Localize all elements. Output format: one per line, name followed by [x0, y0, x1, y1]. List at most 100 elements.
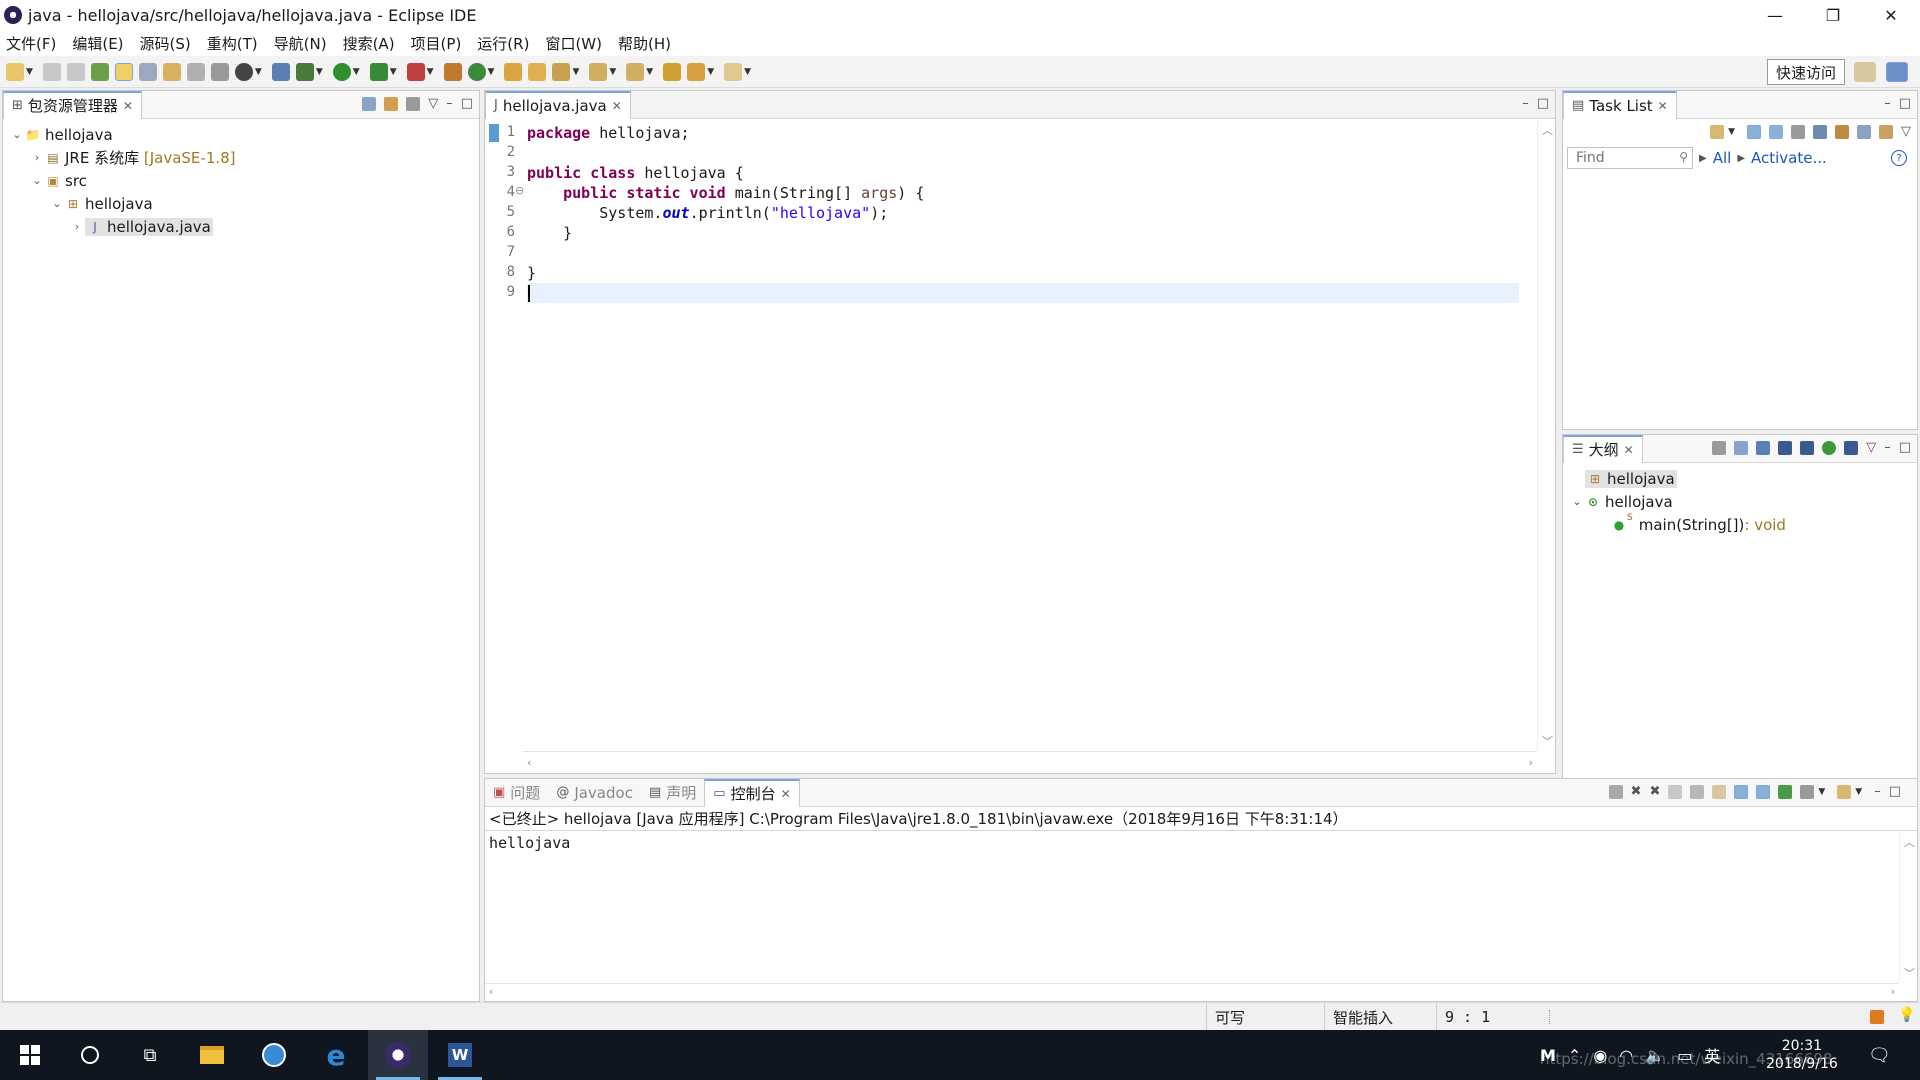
chevron-right-icon[interactable]: › — [69, 220, 85, 233]
forward-dropdown-icon[interactable]: ▼ — [744, 67, 751, 77]
lightbulb-icon[interactable]: 💡 — [1898, 1007, 1915, 1023]
focus-active-task-icon[interactable] — [1712, 441, 1727, 455]
tree-item-package[interactable]: ⌄ ⊞ hellojava — [9, 192, 473, 215]
show-on-stdout-icon[interactable] — [1734, 785, 1749, 799]
coverage-icon[interactable] — [369, 62, 388, 81]
search-dropdown-icon[interactable]: ▼ — [572, 67, 579, 77]
menu-edit[interactable]: 编辑(E) — [72, 33, 123, 54]
show-whitespace-icon[interactable] — [186, 62, 205, 81]
close-icon[interactable]: ✕ — [1658, 99, 1668, 113]
menu-window[interactable]: 窗口(W) — [545, 33, 602, 54]
close-icon[interactable]: ✕ — [781, 787, 791, 801]
scroll-left-icon[interactable]: ‹ — [489, 985, 493, 998]
clear-console-icon[interactable] — [1668, 785, 1683, 799]
back-icon[interactable] — [687, 62, 706, 81]
collapse-all-icon[interactable] — [1857, 125, 1871, 139]
new-task-dropdown-icon[interactable]: ▼ — [1728, 127, 1735, 137]
open-perspective-icon[interactable] — [1854, 62, 1876, 82]
chevron-down-icon[interactable]: ⌄ — [49, 197, 65, 210]
word-wrap-icon[interactable] — [162, 62, 181, 81]
hide-fields-icon[interactable] — [1778, 441, 1793, 455]
collapse-all-icon[interactable] — [1734, 441, 1749, 455]
clock[interactable]: 20:31 2018/9/16 — [1766, 1030, 1838, 1080]
find-field[interactable]: ⚲ — [1567, 147, 1693, 169]
all-link[interactable]: All — [1713, 149, 1732, 167]
chevron-right-icon[interactable]: › — [29, 151, 45, 164]
maximize-view-icon[interactable]: □ — [1899, 97, 1911, 111]
minimize-button[interactable]: — — [1746, 0, 1804, 30]
menu-run[interactable]: 运行(R) — [477, 33, 529, 54]
tab-hellojava-java[interactable]: J hellojava.java ✕ — [485, 90, 631, 119]
maximize-view-icon[interactable]: □ — [1899, 441, 1911, 455]
tab-console[interactable]: ▭ 控制台 ✕ — [704, 778, 800, 807]
sync-icon[interactable] — [1835, 125, 1849, 139]
outline-item-class[interactable]: ⌄ ⊙ hellojava — [1569, 490, 1911, 513]
tree-item-file[interactable]: › J hellojava.java — [9, 215, 473, 238]
start-button[interactable] — [0, 1030, 60, 1080]
user-icon[interactable] — [234, 62, 253, 81]
pin-console-icon[interactable] — [1778, 785, 1793, 799]
menu-navigate[interactable]: 导航(N) — [274, 33, 327, 54]
new-icon[interactable] — [6, 62, 24, 81]
menu-refactor[interactable]: 重构(T) — [207, 33, 258, 54]
scheduled-icon[interactable] — [1769, 125, 1783, 139]
scroll-right-icon[interactable]: › — [1529, 756, 1533, 769]
outline-item-package[interactable]: ⊞ hellojava — [1569, 467, 1911, 490]
remove-launch-icon[interactable]: ✖ — [1631, 785, 1642, 799]
fold-toggle-icon[interactable]: ⊖ — [515, 184, 524, 197]
word-wrap-icon[interactable] — [1712, 785, 1727, 799]
new-java-package-icon[interactable] — [443, 62, 462, 81]
code-area[interactable]: 1 2 3 4 ⊖ 5 6 7 8 9 package hellojava; p… — [485, 120, 1555, 773]
outline-item-method[interactable]: ● S main(String[]) : void — [1569, 513, 1911, 536]
chevron-down-icon[interactable]: ⌄ — [1569, 495, 1585, 508]
taskbar-edge[interactable]: e — [306, 1030, 366, 1080]
tab-package-explorer[interactable]: ⊞ 包资源管理器 ✕ — [3, 90, 142, 119]
console-output[interactable]: hellojava — [485, 831, 1917, 855]
chevron-down-icon[interactable]: ⌄ — [29, 174, 45, 187]
volume-icon[interactable]: 🔈 — [1645, 1046, 1665, 1065]
menu-source[interactable]: 源码(S) — [140, 33, 191, 54]
view-menu-icon[interactable]: ▽ — [1866, 441, 1876, 455]
next-annotation-dropdown-icon[interactable]: ▼ — [609, 67, 616, 77]
quick-access-field[interactable]: 快速访问 — [1766, 59, 1845, 85]
search-button[interactable] — [60, 1030, 120, 1080]
selected-tree-item[interactable]: J hellojava.java — [85, 217, 213, 236]
new-task-icon[interactable] — [1710, 125, 1725, 139]
menu-search[interactable]: 搜索(A) — [343, 33, 395, 54]
external-tools-dropdown-icon[interactable]: ▼ — [427, 67, 434, 77]
mark-occurrences-icon[interactable] — [114, 62, 133, 81]
minimize-view-icon[interactable]: – — [1884, 97, 1891, 111]
coverage-dropdown-icon[interactable]: ▼ — [390, 67, 397, 77]
display-console-dropdown-icon[interactable]: ▼ — [1818, 787, 1825, 797]
close-icon[interactable]: ✕ — [1624, 443, 1634, 457]
code-text[interactable]: package hellojava; public class hellojav… — [527, 120, 1519, 751]
hide-completed-icon[interactable] — [1791, 125, 1805, 139]
filter-icon[interactable] — [406, 97, 421, 111]
skip-breakpoints-icon[interactable] — [271, 62, 290, 81]
view-menu-icon[interactable]: ▽ — [1901, 125, 1911, 139]
maximize-view-icon[interactable]: □ — [1889, 785, 1901, 799]
battery-icon[interactable]: ▭ — [1677, 1046, 1692, 1065]
java-perspective-icon[interactable] — [1886, 62, 1908, 82]
notification-center-button[interactable]: 🗨 — [1868, 1030, 1891, 1080]
scroll-lock-icon[interactable] — [1690, 785, 1705, 799]
sort-icon[interactable] — [1756, 441, 1771, 455]
close-icon[interactable]: ✕ — [612, 99, 622, 113]
tab-task-list[interactable]: ▤ Task List ✕ — [1563, 90, 1677, 119]
input-method-indicator[interactable]: 英 — [1704, 1043, 1720, 1067]
last-edit-icon[interactable] — [663, 62, 682, 81]
maximize-view-icon[interactable]: □ — [461, 97, 473, 111]
scroll-right-icon[interactable]: › — [1891, 985, 1895, 998]
back-dropdown-icon[interactable]: ▼ — [707, 67, 714, 77]
minimize-view-icon[interactable]: – — [1522, 97, 1529, 111]
tree-item-jre[interactable]: › ▤ JRE 系统库 [JavaSE-1.8] — [9, 146, 473, 169]
task-view-button[interactable]: ⧉ — [120, 1030, 180, 1080]
horizontal-scrollbar[interactable]: ‹ › — [523, 751, 1537, 773]
run-icon[interactable] — [332, 62, 351, 81]
hide-local-types-icon[interactable] — [1844, 441, 1859, 455]
tab-outline[interactable]: ☰ 大纲 ✕ — [1563, 434, 1643, 463]
chevron-up-icon[interactable]: ⌃ — [1568, 1046, 1581, 1065]
tab-declaration[interactable]: ▤ 声明 — [641, 779, 704, 807]
collapse-all-icon[interactable] — [362, 97, 377, 111]
link-icon[interactable] — [1879, 125, 1893, 139]
